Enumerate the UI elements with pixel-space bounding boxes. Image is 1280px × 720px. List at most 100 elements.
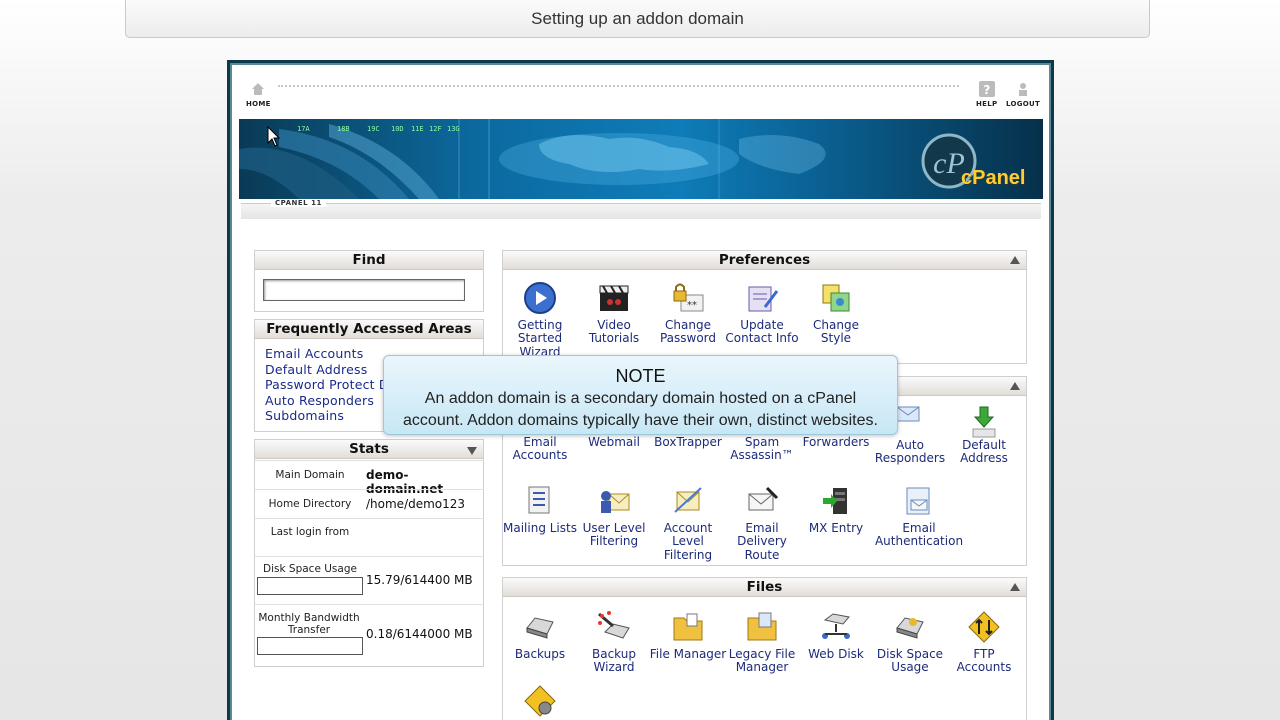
note-callout: NOTE An addon domain is a secondary doma… (383, 355, 898, 435)
video-tutorials-button[interactable]: Video Tutorials (575, 281, 653, 346)
delivery-route-icon (748, 486, 779, 511)
home-icon (252, 83, 265, 95)
webmail-label: Webmail (588, 435, 640, 449)
disk-space-usage-button[interactable]: Disk Space Usage (871, 610, 949, 675)
help-icon: ? (978, 81, 995, 97)
svg-text:?: ? (983, 83, 990, 97)
cpanel-logo: cP cPanel (913, 133, 1033, 193)
spam-assassin-button[interactable]: Spam Assassin™ (723, 435, 801, 463)
download-arrow-icon (972, 406, 996, 438)
getting-started-wizard-label: Getting Started Wizard (517, 318, 563, 359)
top-nav: HOME ? HELP LOGOUT (232, 65, 1049, 117)
mailing-lists-button[interactable]: Mailing Lists (501, 484, 579, 535)
stats-title: Stats (255, 440, 483, 459)
stats-title-text: Stats (349, 441, 389, 457)
collapse-icon[interactable] (1010, 256, 1020, 264)
lock-icon: ** (673, 283, 704, 312)
update-contact-info-label: Update Contact Info (725, 318, 799, 346)
mx-entry-button[interactable]: MX Entry (797, 484, 875, 535)
backups-label: Backups (514, 647, 566, 661)
preferences-title-text: Preferences (718, 252, 811, 268)
email-delivery-route-label: Email Delivery Route (737, 521, 787, 562)
palette-icon (822, 284, 850, 312)
collapse-icon[interactable] (467, 447, 477, 455)
collapse-icon[interactable] (1010, 583, 1020, 591)
user-level-filtering-button[interactable]: User Level Filtering (575, 484, 653, 549)
ftp-accounts-button[interactable]: FTP Accounts (945, 610, 1023, 675)
collapse-icon[interactable] (1010, 382, 1020, 390)
ftp-session-icon (524, 685, 556, 717)
email-accounts-button[interactable]: Email Accounts (501, 435, 579, 463)
stats-row-home-directory: Home Directory /home/demo123 (255, 489, 484, 518)
backups-button[interactable]: Backups (501, 610, 579, 661)
ftp-accounts-label: FTP Accounts (956, 647, 1012, 675)
video-tutorials-label: Video Tutorials (588, 318, 640, 346)
note-line-2: account. Addon domains typically have th… (403, 412, 878, 429)
forwarders-button[interactable]: Forwarders (797, 435, 875, 449)
stats-value: /home/demo123 (366, 497, 466, 511)
home-button[interactable]: HOME (246, 81, 271, 108)
email-authentication-label: Email Authentication (874, 521, 964, 549)
cpanel-logo-text: cPanel (961, 167, 1026, 189)
note-line-1: An addon domain is a secondary domain ho… (424, 390, 857, 407)
logout-button[interactable]: LOGOUT (1006, 81, 1040, 108)
disk-usage-icon (896, 617, 924, 639)
backup-wizard-icon (598, 611, 630, 639)
banner-ticker-6: 12F (429, 125, 442, 133)
nav-divider (278, 85, 959, 87)
update-contact-info-button[interactable]: Update Contact Info (723, 281, 801, 346)
play-icon (524, 282, 556, 314)
files-box: Files Backups Backup Wizard File Manager… (502, 577, 1027, 720)
account-level-filtering-button[interactable]: Account Level Filtering (649, 484, 727, 562)
bandwidth-bar (257, 637, 363, 655)
backup-wizard-button[interactable]: Backup Wizard (575, 610, 653, 675)
web-disk-label: Web Disk (808, 647, 864, 661)
clapperboard-icon (599, 285, 629, 311)
banner-ticker-4: 10D (391, 125, 404, 133)
hard-drive-icon (526, 617, 554, 639)
window-title: Setting up an addon domain (531, 8, 744, 28)
find-box: Find (254, 250, 484, 312)
disk-usage-bar (257, 577, 363, 595)
ftp-icon (968, 611, 1000, 643)
getting-started-wizard-button[interactable]: Getting Started Wizard (501, 281, 579, 359)
user-filter-icon (601, 491, 630, 513)
spam-assassin-label: Spam Assassin™ (730, 435, 794, 463)
stats-label: Monthly Bandwidth Transfer (258, 612, 360, 636)
stats-row-bandwidth: Monthly Bandwidth Transfer 0.18/6144000 … (255, 604, 484, 664)
forwarders-label: Forwarders (802, 435, 870, 449)
find-input[interactable] (263, 279, 465, 301)
banner-ticker-1: 17A (297, 125, 310, 133)
email-accounts-label: Email Accounts (512, 435, 568, 463)
change-password-button[interactable]: ** Change Password (649, 281, 727, 346)
stats-label: Main Domain (275, 469, 345, 481)
version-label: CPANEL 11 (271, 199, 326, 207)
file-manager-button[interactable]: File Manager (649, 610, 727, 661)
svg-text:**: ** (687, 300, 697, 311)
cpanel-banner: 17A 18B 19C 10D 11E 12F 13G cP cPanel (239, 119, 1043, 199)
legacy-file-manager-button[interactable]: Legacy File Manager (723, 610, 801, 675)
account-filter-icon (674, 487, 702, 513)
legacy-file-manager-label: Legacy File Manager (728, 647, 796, 675)
ftp-connections-button[interactable] (501, 684, 579, 720)
stats-row-disk-usage: Disk Space Usage 15.79/614400 MB (255, 556, 484, 604)
change-style-button[interactable]: Change Style (797, 281, 875, 346)
webmail-button[interactable]: Webmail (575, 435, 653, 449)
home-label: HOME (246, 100, 271, 108)
window-title-bar: Setting up an addon domain (125, 0, 1150, 38)
legacy-folder-icon (747, 612, 777, 641)
help-button[interactable]: ? HELP (976, 81, 997, 108)
web-disk-button[interactable]: Web Disk (797, 610, 875, 661)
account-level-filtering-label: Account Level Filtering (663, 521, 713, 562)
preferences-title: Preferences (503, 251, 1026, 270)
banner-ticker-7: 13G (447, 125, 460, 133)
faa-title: Frequently Accessed Areas (255, 320, 483, 339)
stats-box: Stats Main Domain demo-domain.net Home D… (254, 439, 484, 667)
boxtrapper-label: BoxTrapper (654, 435, 722, 449)
boxtrapper-button[interactable]: BoxTrapper (649, 435, 727, 449)
network-drive-icon (822, 613, 850, 639)
auto-responder-icon (896, 406, 920, 422)
default-address-button[interactable]: Default Address (945, 405, 1023, 466)
email-delivery-route-button[interactable]: Email Delivery Route (723, 484, 801, 562)
email-authentication-button[interactable]: Email Authentication (871, 484, 967, 549)
